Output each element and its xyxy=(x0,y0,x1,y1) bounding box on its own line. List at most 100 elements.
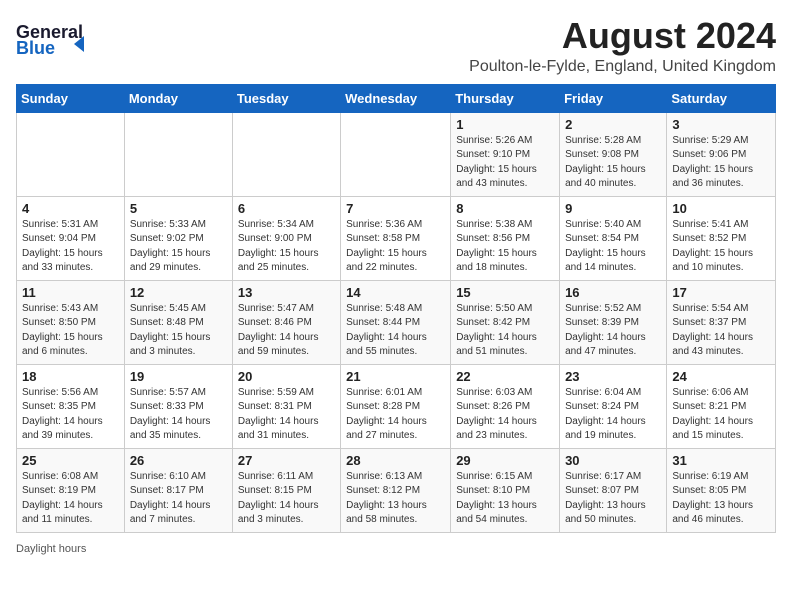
calendar-cell: 17Sunrise: 5:54 AM Sunset: 8:37 PM Dayli… xyxy=(667,280,776,364)
day-info: Sunrise: 5:59 AM Sunset: 8:31 PM Dayligh… xyxy=(238,386,335,444)
calendar-cell: 28 Sunrise: 6:13 AM Sunset: 8:12 PM Dayli… xyxy=(341,448,451,532)
svg-text:Blue: Blue xyxy=(16,38,55,56)
calendar-cell: 19 Sunrise: 5:57 AM Sunset: 8:33 PM Dayli… xyxy=(124,364,232,448)
day-info: Sunrise: 5:36 AM Sunset: 8:58 PM Dayligh… xyxy=(346,218,445,276)
location-subtitle: Poulton-le-Fylde, England, United Kingdo… xyxy=(469,58,776,76)
day-number: 27 xyxy=(238,453,335,468)
day-info: Sunrise: 5:45 AM Sunset: 8:48 PM Dayligh… xyxy=(130,302,227,360)
day-info: Sunrise: 5:52 AM Sunset: 8:39 PM Dayligh… xyxy=(565,302,661,360)
footer-note: Daylight hours xyxy=(16,543,776,555)
calendar-cell: 21 Sunrise: 6:01 AM Sunset: 8:28 PM Dayli… xyxy=(341,364,451,448)
title-block: August 2024 Poulton-le-Fylde, England, U… xyxy=(469,16,776,76)
day-info: Sunrise: 6:10 AM Sunset: 8:17 PM Dayligh… xyxy=(130,470,227,528)
calendar-cell xyxy=(341,112,451,196)
calendar-cell: 4 Sunrise: 5:31 AM Sunset: 9:04 PM Daylig… xyxy=(17,196,125,280)
day-info: Sunrise: 5:47 AM Sunset: 8:46 PM Dayligh… xyxy=(238,302,335,360)
day-info: Sunrise: 5:41 AM Sunset: 8:52 PM Dayligh… xyxy=(672,218,770,276)
day-info: Sunrise: 5:26 AM Sunset: 9:10 PM Dayligh… xyxy=(456,134,554,192)
day-number: 1 xyxy=(456,117,554,132)
day-number: 9 xyxy=(565,201,661,216)
day-number: 18 xyxy=(22,369,119,384)
calendar-cell: 11 Sunrise: 5:43 AM Sunset: 8:50 PM Dayli… xyxy=(17,280,125,364)
day-info: Sunrise: 6:01 AM Sunset: 8:28 PM Dayligh… xyxy=(346,386,445,444)
calendar-cell: 29 Sunrise: 6:15 AM Sunset: 8:10 PM Dayli… xyxy=(451,448,560,532)
calendar-cell: 24Sunrise: 6:06 AM Sunset: 8:21 PM Dayli… xyxy=(667,364,776,448)
day-info: Sunrise: 6:15 AM Sunset: 8:10 PM Dayligh… xyxy=(456,470,554,528)
calendar-day-header: Monday xyxy=(124,84,232,112)
calendar-cell xyxy=(124,112,232,196)
day-info: Sunrise: 5:57 AM Sunset: 8:33 PM Dayligh… xyxy=(130,386,227,444)
page-header: General Blue August 2024 Poulton-le-Fyld… xyxy=(16,16,776,76)
day-number: 28 xyxy=(346,453,445,468)
calendar-day-header: Tuesday xyxy=(232,84,340,112)
day-info: Sunrise: 5:29 AM Sunset: 9:06 PM Dayligh… xyxy=(672,134,770,192)
day-info: Sunrise: 5:56 AM Sunset: 8:35 PM Dayligh… xyxy=(22,386,119,444)
calendar-day-header: Wednesday xyxy=(341,84,451,112)
day-info: Sunrise: 6:19 AM Sunset: 8:05 PM Dayligh… xyxy=(672,470,770,528)
day-number: 22 xyxy=(456,369,554,384)
day-info: Sunrise: 6:13 AM Sunset: 8:12 PM Dayligh… xyxy=(346,470,445,528)
day-number: 4 xyxy=(22,201,119,216)
calendar-cell: 6 Sunrise: 5:34 AM Sunset: 9:00 PM Daylig… xyxy=(232,196,340,280)
calendar-cell: 27 Sunrise: 6:11 AM Sunset: 8:15 PM Dayli… xyxy=(232,448,340,532)
calendar-cell: 23 Sunrise: 6:04 AM Sunset: 8:24 PM Dayli… xyxy=(560,364,667,448)
day-info: Sunrise: 5:33 AM Sunset: 9:02 PM Dayligh… xyxy=(130,218,227,276)
calendar-cell: 14Sunrise: 5:48 AM Sunset: 8:44 PM Dayli… xyxy=(341,280,451,364)
day-info: Sunrise: 6:11 AM Sunset: 8:15 PM Dayligh… xyxy=(238,470,335,528)
calendar-cell: 15Sunrise: 5:50 AM Sunset: 8:42 PM Dayli… xyxy=(451,280,560,364)
day-number: 26 xyxy=(130,453,227,468)
day-info: Sunrise: 6:08 AM Sunset: 8:19 PM Dayligh… xyxy=(22,470,119,528)
calendar-cell: 20 Sunrise: 5:59 AM Sunset: 8:31 PM Dayli… xyxy=(232,364,340,448)
day-number: 25 xyxy=(22,453,119,468)
calendar-cell: 22 Sunrise: 6:03 AM Sunset: 8:26 PM Dayli… xyxy=(451,364,560,448)
calendar-cell xyxy=(17,112,125,196)
day-info: Sunrise: 5:40 AM Sunset: 8:54 PM Dayligh… xyxy=(565,218,661,276)
calendar-cell: 7 Sunrise: 5:36 AM Sunset: 8:58 PM Daylig… xyxy=(341,196,451,280)
day-number: 13 xyxy=(238,285,335,300)
day-info: Sunrise: 6:04 AM Sunset: 8:24 PM Dayligh… xyxy=(565,386,661,444)
logo-icon: General Blue xyxy=(16,16,86,56)
calendar-cell: 16 Sunrise: 5:52 AM Sunset: 8:39 PM Dayli… xyxy=(560,280,667,364)
logo: General Blue xyxy=(16,16,88,56)
calendar-cell: 8 Sunrise: 5:38 AM Sunset: 8:56 PM Daylig… xyxy=(451,196,560,280)
day-number: 21 xyxy=(346,369,445,384)
day-info: Sunrise: 5:28 AM Sunset: 9:08 PM Dayligh… xyxy=(565,134,661,192)
calendar-cell: 1 Sunrise: 5:26 AM Sunset: 9:10 PM Daylig… xyxy=(451,112,560,196)
calendar-cell: 25 Sunrise: 6:08 AM Sunset: 8:19 PM Dayli… xyxy=(17,448,125,532)
calendar-day-header: Friday xyxy=(560,84,667,112)
day-number: 31 xyxy=(672,453,770,468)
day-number: 17 xyxy=(672,285,770,300)
calendar-cell xyxy=(232,112,340,196)
day-number: 19 xyxy=(130,369,227,384)
calendar-day-header: Thursday xyxy=(451,84,560,112)
day-number: 10 xyxy=(672,201,770,216)
day-number: 5 xyxy=(130,201,227,216)
day-number: 6 xyxy=(238,201,335,216)
day-info: Sunrise: 6:03 AM Sunset: 8:26 PM Dayligh… xyxy=(456,386,554,444)
day-info: Sunrise: 5:34 AM Sunset: 9:00 PM Dayligh… xyxy=(238,218,335,276)
day-number: 29 xyxy=(456,453,554,468)
day-info: Sunrise: 5:50 AM Sunset: 8:42 PM Dayligh… xyxy=(456,302,554,360)
month-year-title: August 2024 xyxy=(469,16,776,56)
calendar-cell: 9 Sunrise: 5:40 AM Sunset: 8:54 PM Daylig… xyxy=(560,196,667,280)
day-info: Sunrise: 5:43 AM Sunset: 8:50 PM Dayligh… xyxy=(22,302,119,360)
day-number: 8 xyxy=(456,201,554,216)
calendar-cell: 12Sunrise: 5:45 AM Sunset: 8:48 PM Dayli… xyxy=(124,280,232,364)
calendar-day-header: Sunday xyxy=(17,84,125,112)
day-info: Sunrise: 5:48 AM Sunset: 8:44 PM Dayligh… xyxy=(346,302,445,360)
calendar-table: SundayMondayTuesdayWednesdayThursdayFrid… xyxy=(16,84,776,533)
day-info: Sunrise: 5:31 AM Sunset: 9:04 PM Dayligh… xyxy=(22,218,119,276)
day-number: 7 xyxy=(346,201,445,216)
calendar-day-header: Saturday xyxy=(667,84,776,112)
day-number: 30 xyxy=(565,453,661,468)
day-info: Sunrise: 6:17 AM Sunset: 8:07 PM Dayligh… xyxy=(565,470,661,528)
day-number: 2 xyxy=(565,117,661,132)
day-info: Sunrise: 5:38 AM Sunset: 8:56 PM Dayligh… xyxy=(456,218,554,276)
day-number: 11 xyxy=(22,285,119,300)
calendar-cell: 13 Sunrise: 5:47 AM Sunset: 8:46 PM Dayli… xyxy=(232,280,340,364)
day-number: 23 xyxy=(565,369,661,384)
calendar-cell: 26 Sunrise: 6:10 AM Sunset: 8:17 PM Dayli… xyxy=(124,448,232,532)
calendar-cell: 3Sunrise: 5:29 AM Sunset: 9:06 PM Daylig… xyxy=(667,112,776,196)
day-number: 20 xyxy=(238,369,335,384)
day-number: 16 xyxy=(565,285,661,300)
